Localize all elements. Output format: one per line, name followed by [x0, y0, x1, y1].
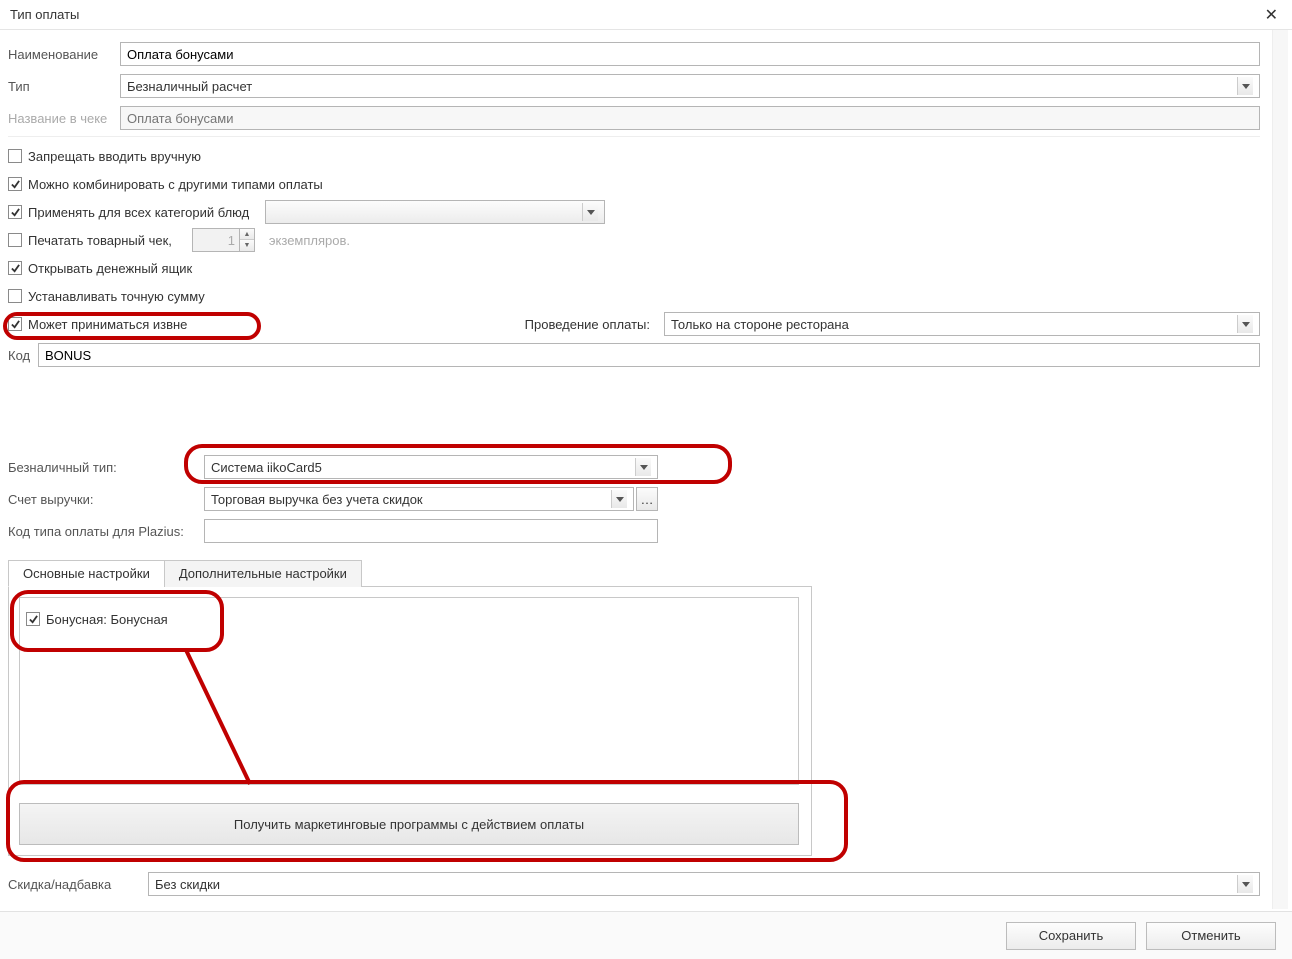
footer: Сохранить Отменить	[0, 911, 1292, 959]
discount-combo[interactable]: Без скидки	[148, 872, 1260, 896]
apply-all-cat-label: Применять для всех категорий блюд	[28, 205, 249, 220]
get-programs-label: Получить маркетинговые программы с дейст…	[234, 817, 584, 832]
revenue-acc-value: Торговая выручка без учета скидок	[211, 492, 611, 507]
title-bar: Тип оплаты ✕	[0, 0, 1292, 30]
print-receipt-label: Печатать товарный чек,	[28, 233, 172, 248]
name-input[interactable]	[120, 42, 1260, 66]
type-value: Безналичный расчет	[127, 79, 1237, 94]
categories-combo[interactable]	[265, 200, 605, 224]
exact-amount-label: Устанавливать точную сумму	[28, 289, 205, 304]
type-combo[interactable]: Безналичный расчет	[120, 74, 1260, 98]
processing-combo[interactable]: Только на стороне ресторана	[664, 312, 1260, 336]
apply-all-cat-checkbox[interactable]	[8, 205, 22, 219]
forbid-manual-label: Запрещать вводить вручную	[28, 149, 201, 164]
exact-amount-checkbox[interactable]	[8, 289, 22, 303]
tabs: Основные настройки Дополнительные настро…	[8, 559, 812, 587]
copies-input	[192, 228, 240, 252]
plazius-code-input[interactable]	[204, 519, 658, 543]
chevron-down-icon	[1237, 77, 1253, 95]
close-icon[interactable]: ✕	[1259, 3, 1284, 27]
processing-label: Проведение оплаты:	[525, 317, 650, 332]
copies-spinner: ▲ ▼	[240, 228, 255, 252]
cashless-type-combo[interactable]: Система iikoCard5	[204, 455, 658, 479]
type-label: Тип	[8, 79, 120, 94]
discount-label: Скидка/надбавка	[8, 877, 148, 892]
programs-listbox[interactable]: Бонусная: Бонусная	[19, 597, 799, 785]
open-drawer-label: Открывать денежный ящик	[28, 261, 192, 276]
receipt-name-input	[120, 106, 1260, 130]
chevron-down-icon	[582, 203, 598, 221]
bonus-program-label: Бонусная: Бонусная	[46, 612, 168, 627]
external-checkbox[interactable]	[8, 317, 22, 331]
discount-value: Без скидки	[155, 877, 1237, 892]
copies-suffix: экземпляров.	[269, 233, 350, 248]
chevron-down-icon	[1237, 875, 1253, 893]
spin-down-icon: ▼	[240, 240, 254, 251]
get-programs-button[interactable]: Получить маркетинговые программы с дейст…	[19, 803, 799, 845]
external-label: Может приниматься извне	[28, 317, 187, 332]
save-button[interactable]: Сохранить	[1006, 922, 1136, 950]
chevron-down-icon	[1237, 315, 1253, 333]
tab-extra[interactable]: Дополнительные настройки	[164, 560, 362, 587]
vertical-scrollbar[interactable]	[1272, 30, 1288, 909]
chevron-down-icon	[635, 458, 651, 476]
processing-value: Только на стороне ресторана	[671, 317, 1237, 332]
combine-checkbox[interactable]	[8, 177, 22, 191]
revenue-acc-combo[interactable]: Торговая выручка без учета скидок	[204, 487, 634, 511]
tab-panel-main: Бонусная: Бонусная Получить маркетинговы…	[8, 587, 812, 856]
cancel-button[interactable]: Отменить	[1146, 922, 1276, 950]
plazius-code-label: Код типа оплаты для Plazius:	[8, 524, 204, 539]
open-drawer-checkbox[interactable]	[8, 261, 22, 275]
cashless-type-label: Безналичный тип:	[8, 460, 204, 475]
bonus-program-checkbox[interactable]	[26, 612, 40, 626]
spin-up-icon: ▲	[240, 229, 254, 240]
revenue-acc-browse-button[interactable]: …	[636, 487, 658, 511]
code-label: Код	[8, 348, 38, 363]
code-input[interactable]	[38, 343, 1260, 367]
cashless-type-value: Система iikoCard5	[211, 460, 635, 475]
name-label: Наименование	[8, 47, 120, 62]
combine-label: Можно комбинировать с другими типами опл…	[28, 177, 323, 192]
print-receipt-checkbox[interactable]	[8, 233, 22, 247]
window-title: Тип оплаты	[10, 7, 79, 22]
forbid-manual-checkbox[interactable]	[8, 149, 22, 163]
chevron-down-icon	[611, 490, 627, 508]
tab-main[interactable]: Основные настройки	[8, 560, 165, 587]
receipt-name-label: Название в чеке	[8, 111, 120, 126]
revenue-acc-label: Счет выручки:	[8, 492, 204, 507]
